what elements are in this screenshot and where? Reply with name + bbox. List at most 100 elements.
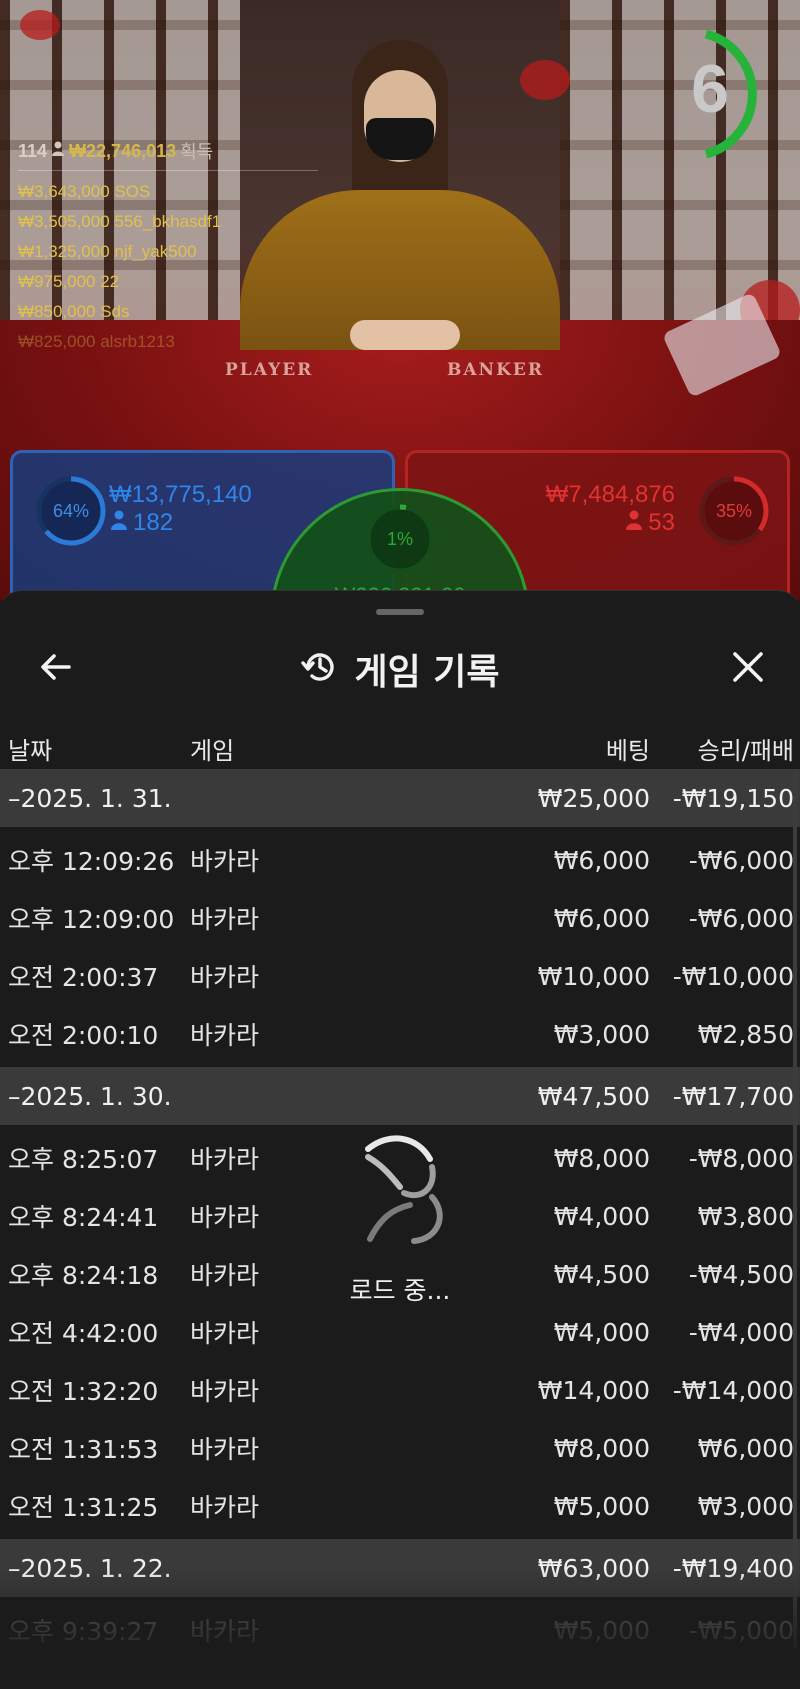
column-bet: 베팅 xyxy=(605,736,650,765)
table-label-player: PLAYER xyxy=(225,360,314,380)
record-result: -₩14,000 xyxy=(672,1375,794,1405)
record-time: 오후 8:24:41 xyxy=(8,1203,159,1232)
record-game: 바카라 xyxy=(190,1203,260,1232)
banker-count-value: 53 xyxy=(648,509,675,536)
group-bet: ₩47,500 xyxy=(537,1081,650,1111)
spinner-icon xyxy=(330,1135,470,1265)
record-bet: ₩8,000 xyxy=(553,1433,650,1463)
record-time: 오후 9:39:27 xyxy=(8,1617,159,1646)
record-result: ₩3,800 xyxy=(697,1201,794,1231)
record-bet: ₩6,000 xyxy=(553,845,650,875)
winner-row: ₩825,000 alsrb1213 xyxy=(18,332,175,351)
record-time: 오전 2:00:37 xyxy=(8,963,159,992)
record-row[interactable]: 오전 1:31:25 바카라 ₩5,000 ₩3,000 xyxy=(0,1477,800,1535)
record-row[interactable]: 오후 12:09:26 바카라 ₩6,000 -₩6,000 xyxy=(0,831,800,889)
close-icon xyxy=(730,649,766,689)
player-bet-total: ₩13,775,140 xyxy=(109,481,252,508)
date-group-row[interactable]: –2025. 1. 22. ₩63,000 -₩19,400 xyxy=(0,1539,800,1597)
record-row[interactable]: 오전 1:31:53 바카라 ₩8,000 ₩6,000 xyxy=(0,1419,800,1477)
record-game: 바카라 xyxy=(190,1493,260,1522)
winner-row: ₩850,000 Sds xyxy=(18,302,130,321)
record-time: 오후 12:09:26 xyxy=(8,847,175,876)
record-bet: ₩8,000 xyxy=(553,1143,650,1173)
winner-row: ₩975,000 22 xyxy=(18,272,120,291)
record-bet: ₩5,000 xyxy=(553,1615,650,1645)
record-bet: ₩4,000 xyxy=(553,1317,650,1347)
record-result: -₩5,000 xyxy=(688,1615,794,1645)
group-bet: ₩25,000 xyxy=(537,783,650,813)
title-wrap: 게임 기록 xyxy=(0,621,800,717)
winners-total: ₩22,746,013 xyxy=(69,140,177,161)
record-result: ₩2,850 xyxy=(697,1019,794,1049)
record-bet: ₩4,500 xyxy=(553,1259,650,1289)
record-row[interactable]: 오후 12:09:00 바카라 ₩6,000 -₩6,000 xyxy=(0,889,800,947)
record-bet: ₩14,000 xyxy=(537,1375,650,1405)
person-icon xyxy=(111,509,127,537)
record-time: 오후 12:09:00 xyxy=(8,905,175,934)
record-result: -₩10,000 xyxy=(672,961,794,991)
record-row[interactable]: 오전 4:42:00 바카라 ₩4,000 -₩4,000 xyxy=(0,1303,800,1361)
record-game: 바카라 xyxy=(190,963,260,992)
record-row[interactable]: 오전 2:00:10 바카라 ₩3,000 ₩2,850 xyxy=(0,1005,800,1063)
record-game: 바카라 xyxy=(190,1377,260,1406)
record-time: 오후 8:25:07 xyxy=(8,1145,159,1174)
record-game: 바카라 xyxy=(190,1617,260,1646)
record-game: 바카라 xyxy=(190,1435,260,1464)
history-icon xyxy=(300,647,340,691)
banker-bet-total: ₩7,484,876 xyxy=(545,481,675,508)
tie-percent: 1% xyxy=(386,529,413,549)
group-result: -₩17,700 xyxy=(672,1081,794,1111)
winners-ticker: 114 ₩22,746,013 획득 ₩3,643,000 SOS ₩3,505… xyxy=(18,138,318,357)
banker-percent-ring: 35% xyxy=(698,475,770,547)
arrow-left-icon xyxy=(38,649,74,689)
record-result: -₩8,000 xyxy=(688,1143,794,1173)
record-bet: ₩6,000 xyxy=(553,903,650,933)
group-result: -₩19,150 xyxy=(672,783,794,813)
record-row[interactable]: 오전 2:00:37 바카라 ₩10,000 -₩10,000 xyxy=(0,947,800,1005)
back-button[interactable] xyxy=(28,641,84,697)
player-count: 182 xyxy=(111,509,173,537)
winner-row: ₩3,643,000 SOS xyxy=(18,182,151,201)
record-game: 바카라 xyxy=(190,1261,260,1290)
group-result: -₩19,400 xyxy=(672,1553,794,1583)
record-bet: ₩3,000 xyxy=(553,1019,650,1049)
sheet-drag-handle[interactable] xyxy=(376,609,424,615)
player-count-value: 182 xyxy=(133,509,174,536)
record-row[interactable]: 오전 1:32:20 바카라 ₩14,000 -₩14,000 xyxy=(0,1361,800,1419)
record-result: ₩3,000 xyxy=(697,1491,794,1521)
column-date: 날짜 xyxy=(8,736,53,765)
winners-summary: 114 ₩22,746,013 획득 xyxy=(18,138,318,171)
close-button[interactable] xyxy=(720,641,776,697)
record-result: ₩6,000 xyxy=(697,1433,794,1463)
scrollbar[interactable] xyxy=(793,769,797,1649)
date-group-row[interactable]: –2025. 1. 30. ₩47,500 -₩17,700 xyxy=(0,1067,800,1125)
winners-label: 획득 xyxy=(180,142,214,162)
column-result: 승리/패배 xyxy=(697,736,794,765)
record-time: 오후 8:24:18 xyxy=(8,1261,159,1290)
record-result: -₩6,000 xyxy=(688,845,794,875)
record-game: 바카라 xyxy=(190,1021,260,1050)
loading-indicator: 로드 중... xyxy=(330,1121,470,1305)
record-row[interactable]: 오후 9:39:27 바카라 ₩5,000 -₩5,000 xyxy=(0,1601,800,1659)
winners-count: 114 xyxy=(18,140,48,161)
player-percent-ring: 64% xyxy=(35,475,107,547)
record-result: -₩6,000 xyxy=(688,903,794,933)
date-group-row[interactable]: –2025. 1. 31. ₩25,000 -₩19,150 xyxy=(0,769,800,827)
column-game: 게임 xyxy=(190,736,235,765)
record-game: 바카라 xyxy=(190,905,260,934)
record-time: 오전 1:31:25 xyxy=(8,1493,159,1522)
group-date: –2025. 1. 31. xyxy=(8,783,172,813)
banker-count: 53 xyxy=(626,509,675,537)
banker-percent: 35% xyxy=(715,501,753,521)
record-time: 오전 1:31:53 xyxy=(8,1435,159,1464)
winner-row: ₩3,505,000 556_bkhasdf1 xyxy=(18,212,222,231)
countdown-number: 6 xyxy=(691,51,729,127)
record-game: 바카라 xyxy=(190,1145,260,1174)
sheet-header: 게임 기록 xyxy=(0,621,800,717)
record-game: 바카라 xyxy=(190,1319,260,1348)
group-bet: ₩63,000 xyxy=(537,1553,650,1583)
group-date: –2025. 1. 22. xyxy=(8,1553,172,1583)
live-video: PLAYER BANKER 6 114 ₩22,746,013 획득 ₩3,64… xyxy=(0,0,800,600)
record-bet: ₩4,000 xyxy=(553,1201,650,1231)
round-countdown: 6 xyxy=(676,28,772,160)
